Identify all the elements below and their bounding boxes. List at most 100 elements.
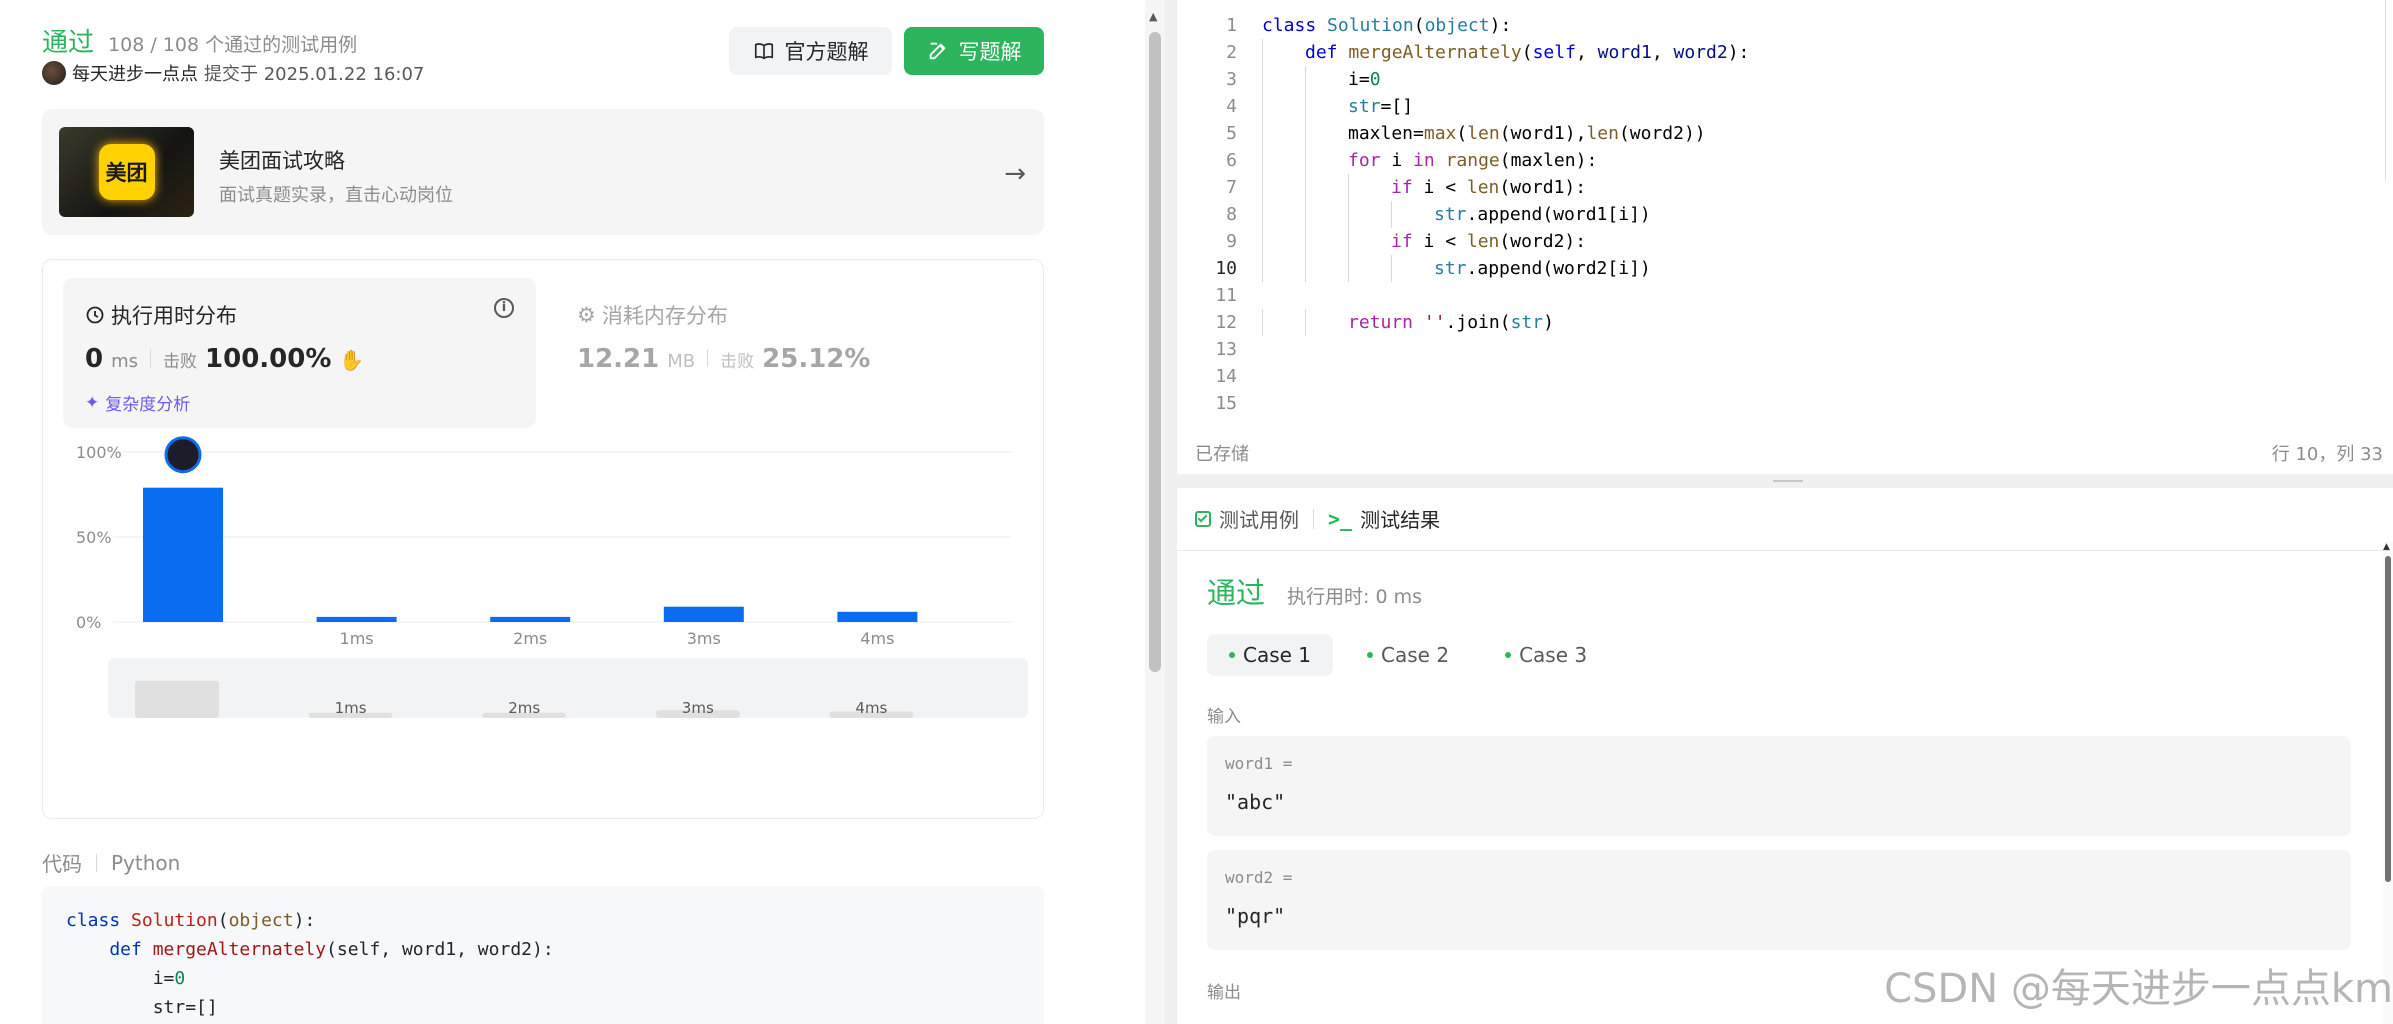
editor-line[interactable]: 11 xyxy=(1177,282,1237,309)
chart-bar xyxy=(663,606,744,622)
editor-code-lines[interactable]: 1 class Solution(object): 2 def mergeAltern… xyxy=(1177,12,1749,417)
editor-line[interactable]: 3 i=0 xyxy=(1177,66,1381,93)
editor-line[interactable]: 13 xyxy=(1177,336,1237,363)
editor-line[interactable]: 1 class Solution(object): xyxy=(1177,12,1511,39)
submission-status-row: 通过 108 / 108 个通过的测试用例 xyxy=(42,22,357,59)
input-box-word2: word2 = "pqr" xyxy=(1207,850,2351,950)
editor-line[interactable]: 2 def mergeAlternately(self, word1, word2… xyxy=(1177,39,1749,66)
code-token: .append(word1[i]) xyxy=(1466,204,1651,225)
memory-value: 12.21 xyxy=(577,344,660,374)
complexity-analysis-label: 复杂度分析 xyxy=(105,395,191,415)
editor-line[interactable]: 8 str.append(word1[i]) xyxy=(1177,201,1651,228)
code-token: 0 xyxy=(1369,69,1381,90)
sparkle-icon: ✦ xyxy=(85,392,100,413)
results-tabs: 测试用例 >_ 测试结果 xyxy=(1195,504,1440,533)
code-token: (word2): xyxy=(1499,231,1587,252)
editor-line[interactable]: 5 maxlen=max(len(word1),len(word2)) xyxy=(1177,120,1706,147)
editor-line[interactable]: 12 return ''.join(str) xyxy=(1177,309,1554,336)
promo-banner[interactable]: 美团 美团面试攻略 面试真题实录，直击心动岗位 → xyxy=(42,109,1044,235)
official-solution-button[interactable]: 官方题解 xyxy=(729,27,892,75)
scrollbar-thumb[interactable] xyxy=(1149,32,1161,672)
minimap-label: 3ms xyxy=(682,699,714,717)
code-token: def xyxy=(1305,42,1349,63)
tab-testcase-label: 测试用例 xyxy=(1219,508,1299,532)
case-tab[interactable]: Case 3 xyxy=(1483,634,1609,676)
line-content: def mergeAlternately(self, word1, word2)… xyxy=(1305,39,1749,66)
code-token: ( xyxy=(1413,15,1425,36)
runtime-title-text: 执行用时分布 xyxy=(111,304,237,328)
editor-line[interactable]: 10 str.append(word2[i]) xyxy=(1177,255,1651,282)
line-number: 6 xyxy=(1226,150,1237,171)
case-tab[interactable]: Case 2 xyxy=(1345,634,1471,676)
editor-line[interactable]: 14 xyxy=(1177,363,1237,390)
indent-guide xyxy=(1391,255,1392,282)
indent-guide xyxy=(1262,147,1263,174)
code-line: str=[] xyxy=(66,993,1020,1022)
resize-grip[interactable] xyxy=(1773,480,1803,482)
code-token: maxlen= xyxy=(1348,123,1424,144)
panel-resizer[interactable] xyxy=(1165,0,1177,1024)
code-token: str xyxy=(1434,258,1467,279)
runtime-distribution-tab[interactable]: 执行用时分布 i 0 ms 击败 100.00% ✋ ✦ 复杂度分析 xyxy=(63,278,536,428)
meituan-logo-mark: 美团 xyxy=(98,144,155,200)
editor-line[interactable]: 15 xyxy=(1177,390,1237,417)
code-token: len xyxy=(1467,123,1500,144)
indent-guide xyxy=(1305,147,1306,174)
chart-bar xyxy=(837,611,918,622)
tab-result[interactable]: >_ 测试结果 xyxy=(1328,504,1440,533)
code-token: i xyxy=(1391,150,1414,171)
runtime-distribution-chart[interactable]: 100% 50% 0% 1ms 2ms 3ms 4ms 1ms 2ms 3ms 4ms xyxy=(43,430,1043,810)
complexity-analysis-link[interactable]: ✦ 复杂度分析 xyxy=(85,390,191,416)
tab-testcase[interactable]: 测试用例 xyxy=(1195,504,1299,533)
line-content: str.append(word2[i]) xyxy=(1434,255,1651,282)
code-token: str=[] xyxy=(66,997,218,1018)
result-status: 通过 xyxy=(1207,576,1266,610)
promo-subtitle: 面试真题实录，直击心动岗位 xyxy=(219,185,453,206)
scroll-up-icon[interactable]: ▲ xyxy=(2383,542,2390,552)
case-tab[interactable]: Case 1 xyxy=(1207,634,1334,676)
horizontal-resizer[interactable] xyxy=(1177,474,2393,488)
results-scrollbar[interactable]: ▲ xyxy=(2383,542,2393,1024)
indent-guide xyxy=(1262,309,1263,336)
editor-line[interactable]: 9 if i < len(word2): xyxy=(1177,228,1586,255)
official-solution-label: 官方题解 xyxy=(784,40,869,64)
code-line: def mergeAlternately(self, word1, word2)… xyxy=(66,935,1020,964)
arrow-right-icon[interactable]: → xyxy=(1004,159,1026,189)
minimap-label: 1ms xyxy=(335,699,367,717)
avatar[interactable] xyxy=(42,61,66,85)
editor-line[interactable]: 4 str=[] xyxy=(1177,93,1413,120)
terminal-icon: >_ xyxy=(1328,506,1353,531)
editor-scrollbar[interactable] xyxy=(2385,0,2393,180)
memory-title-text: 消耗内存分布 xyxy=(601,304,728,328)
indent-guide xyxy=(1262,39,1263,66)
output-label: 输出 xyxy=(1207,983,1241,1003)
code-editor[interactable]: 1 class Solution(object): 2 def mergeAltern… xyxy=(1177,0,2393,474)
left-scrollbar[interactable]: ▲ xyxy=(1145,0,1165,1024)
code-token: .append(word2[i]) xyxy=(1466,258,1651,279)
code-token: max xyxy=(1423,123,1457,144)
scrollbar-thumb[interactable] xyxy=(2385,556,2391,882)
y-tick-label: 0% xyxy=(76,613,101,632)
input-label: 输入 xyxy=(1207,707,1241,727)
code-token: class xyxy=(1262,15,1328,36)
line-content: if i < len(word2): xyxy=(1391,228,1586,255)
indent-guide xyxy=(1262,66,1263,93)
code-line: i=0 xyxy=(66,964,1020,993)
input-box-word1: word1 = "abc" xyxy=(1207,736,2351,836)
info-icon[interactable]: i xyxy=(494,298,514,318)
code-token: '' xyxy=(1423,312,1446,333)
indent-guide xyxy=(1262,120,1263,147)
submitter-name[interactable]: 每天进步一点点 xyxy=(72,60,198,86)
pass-dot-icon xyxy=(1505,652,1512,658)
write-solution-button[interactable]: 写题解 xyxy=(904,27,1044,75)
code-token: i= xyxy=(1348,69,1370,90)
code-token: for xyxy=(1348,150,1392,171)
line-number: 9 xyxy=(1226,231,1237,252)
pass-dot-icon xyxy=(1367,652,1374,658)
editor-line[interactable]: 6 for i in range(maxlen): xyxy=(1177,147,1597,174)
memory-distribution-tab[interactable]: ⚙ 消耗内存分布 12.21 MB 击败 25.12% xyxy=(577,278,877,428)
case-tabs: Case 1 Case 2 Case 3 xyxy=(1207,634,1609,676)
scroll-up-icon[interactable]: ▲ xyxy=(1149,10,1157,23)
case-tab-label: Case 2 xyxy=(1381,643,1450,667)
editor-line[interactable]: 7 if i < len(word1): xyxy=(1177,174,1586,201)
